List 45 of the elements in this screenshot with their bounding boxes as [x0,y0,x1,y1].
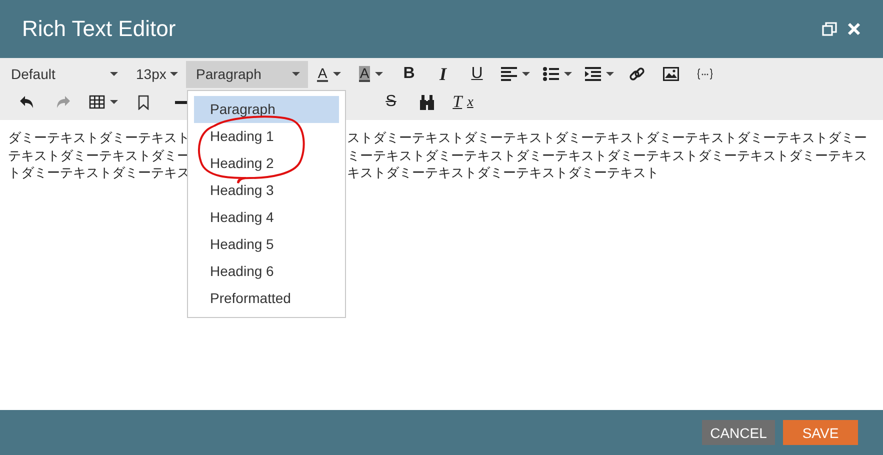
image-icon [663,67,679,81]
restore-icon[interactable] [822,22,837,36]
window-title: Rich Text Editor [22,16,176,42]
menu-item[interactable]: Heading 6 [194,258,339,285]
indent-icon [584,67,600,81]
menu-item[interactable]: Heading 4 [194,204,339,231]
cancel-button[interactable]: CANCEL [702,420,775,445]
caret-icon [606,72,614,76]
format-select[interactable]: 13px [126,60,186,88]
link-icon [629,66,645,82]
binoculars-icon [419,94,435,110]
align-left-icon [500,67,516,81]
caret-icon [110,72,118,76]
menu-item[interactable]: Heading 2 [194,150,339,177]
body-text: ダミーテキストダミーテキスト [8,130,189,148]
caret-icon [333,72,342,76]
caret-icon [292,72,300,76]
body-text: キストダミーテキストダミーテキストダミーテキスト [347,165,659,182]
menu-item[interactable]: Paragraph [194,96,339,123]
braces-icon [697,68,713,80]
strikethrough-button[interactable]: S [376,89,406,115]
bold-button[interactable]: B [394,61,424,87]
body-text: ミーテキストダミーテキストダミーテキストダミーテキストダミーテキストダミーテキス [347,148,867,165]
body-text: ストダミーテキストダミーテキストダミーテキストダミーテキストダミーテキストダミー [347,130,867,148]
close-icon[interactable] [847,22,861,36]
undo-icon [20,96,34,108]
menu-item[interactable]: Preformatted [194,285,339,312]
menu-item[interactable]: Heading 5 [194,231,339,258]
italic-button[interactable]: I [428,61,458,87]
menu-item[interactable]: Heading 1 [194,123,339,150]
caret-icon [522,72,530,76]
underline-button[interactable]: U [462,61,492,87]
caret-icon [375,72,384,76]
bookmark-icon [138,94,148,110]
highlight-color-button[interactable]: A [352,61,390,87]
caret-icon [564,72,572,76]
table-icon [88,95,104,109]
menu-item[interactable]: Heading 3 [194,177,339,204]
caret-icon [170,72,178,76]
bullet-list-icon [542,67,558,81]
format-select[interactable]: Paragraph [186,60,308,88]
redo-icon [56,96,70,108]
caret-icon [110,100,118,104]
format-select[interactable]: Default [1,60,126,88]
text-color-button[interactable]: A [310,61,348,87]
